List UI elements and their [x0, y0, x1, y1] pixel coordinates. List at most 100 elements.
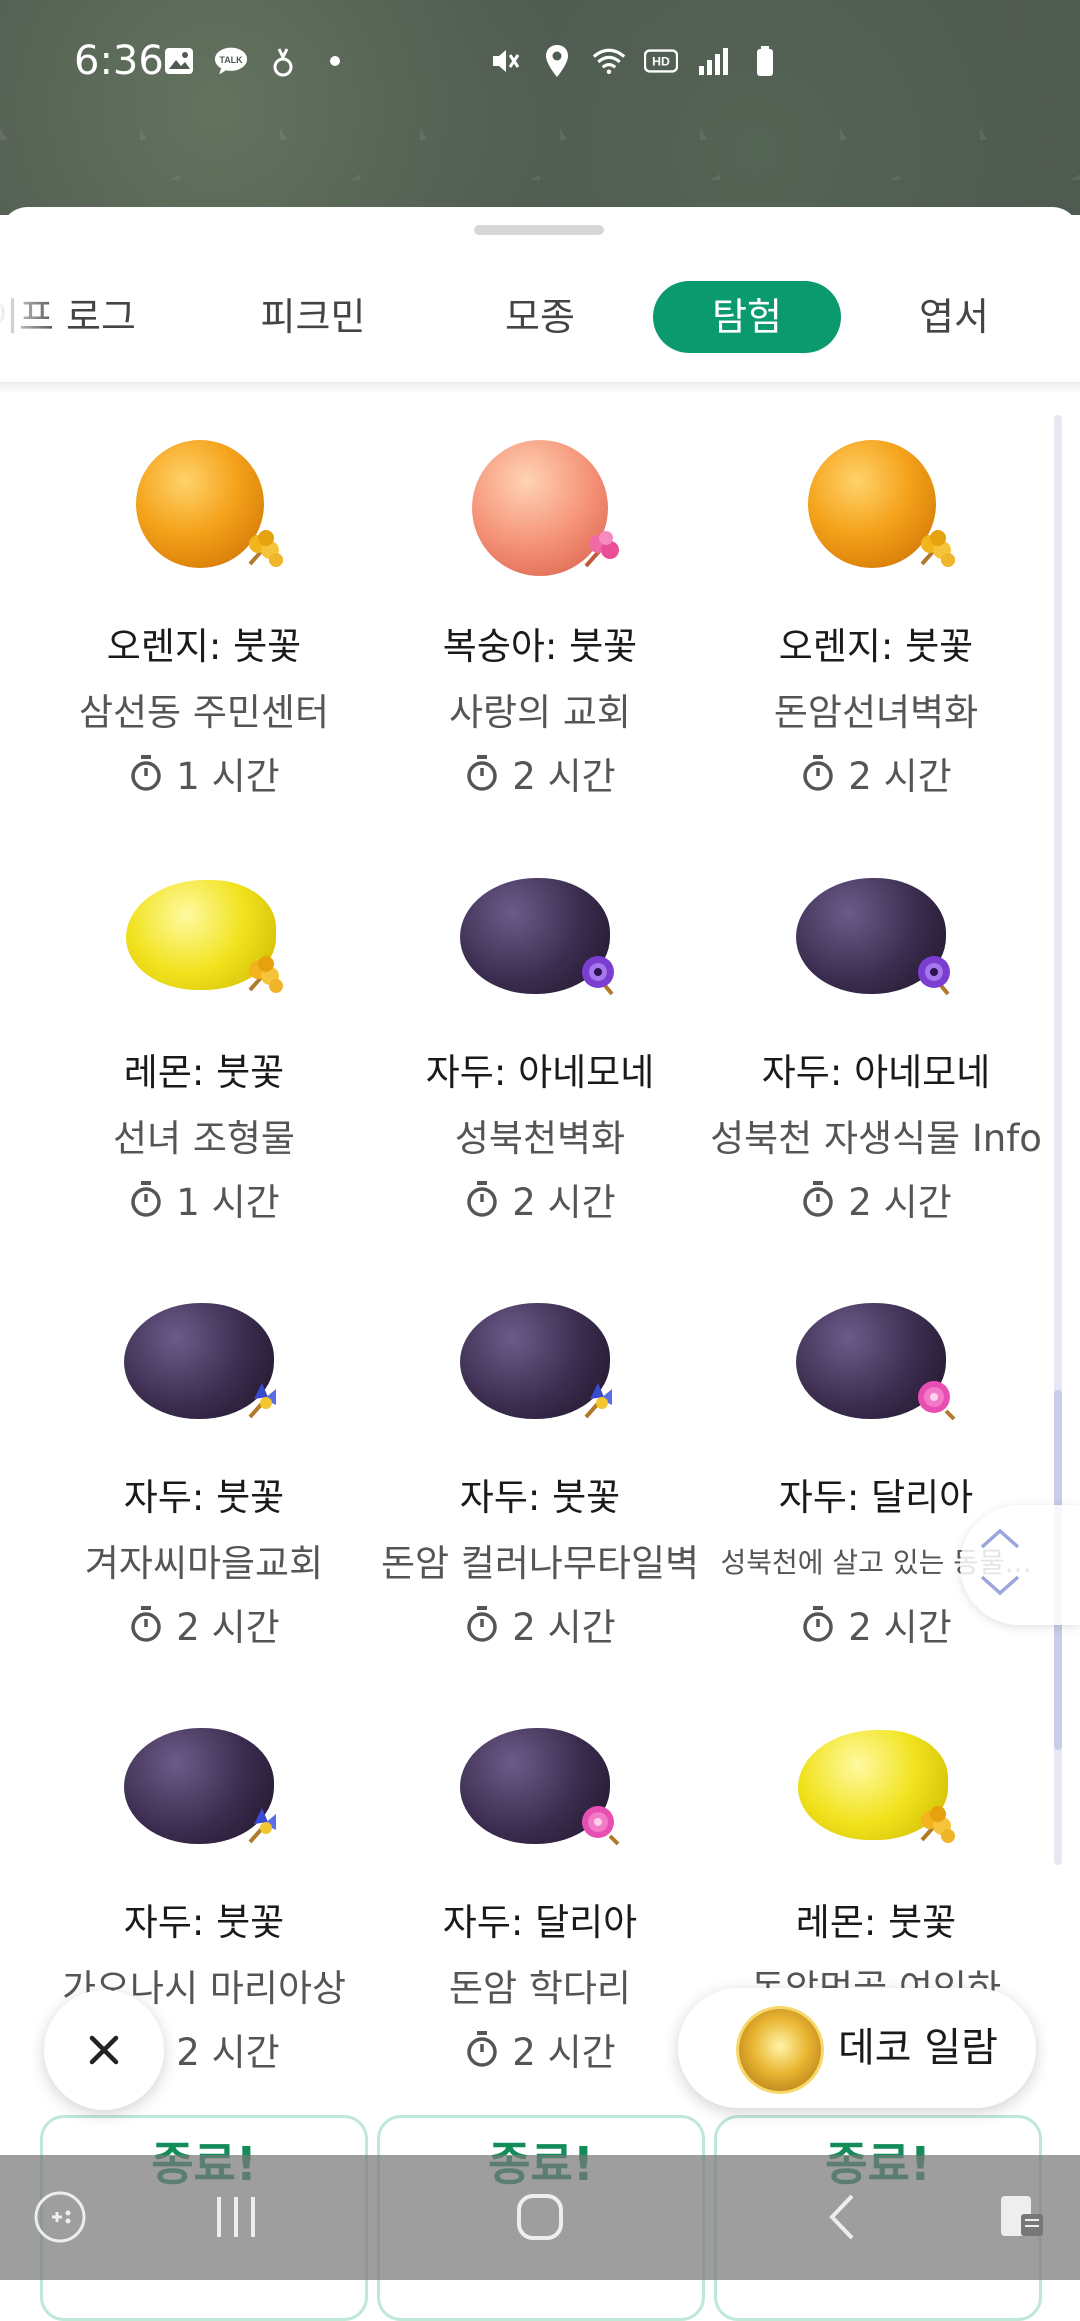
expedition-duration: 2 시간	[370, 1597, 710, 1651]
sheet-drag-handle[interactable]	[474, 225, 604, 235]
expedition-title: 자두: 붓꽃	[459, 1476, 621, 1519]
deco-list-button[interactable]: 데코 일람	[678, 1988, 1036, 2108]
expedition-card[interactable]: 자두: 붓꽃 겨자씨마을교회 2 시간	[34, 1291, 374, 1671]
tab-postcards[interactable]: 엽서	[884, 281, 1024, 353]
timer-icon	[803, 1606, 834, 1642]
hd-icon: HD	[644, 44, 678, 78]
tab-fade	[0, 267, 60, 387]
expedition-title: 오렌지: 붓꽃	[778, 625, 974, 668]
home-icon[interactable]	[508, 2185, 572, 2249]
fruit-illustration	[796, 866, 950, 1006]
timer-icon	[467, 1181, 498, 1217]
svg-text:TALK: TALK	[219, 55, 243, 65]
flower-icon	[236, 1796, 292, 1852]
timer-icon	[467, 2031, 498, 2067]
scroll-jump-button[interactable]	[960, 1505, 1080, 1625]
tab-divider	[0, 382, 1080, 394]
duration-text: 1 시간	[176, 755, 280, 798]
duration-text: 2 시간	[848, 1606, 952, 1649]
flower-icon	[572, 520, 628, 576]
gallery-icon	[162, 44, 196, 78]
flower-icon	[908, 1371, 964, 1427]
expedition-card[interactable]: 자두: 달리아 돈암 학다리 2 시간	[370, 1716, 710, 2096]
deco-list-label: 데코 일람	[838, 2025, 998, 2071]
expedition-place: 성북천벽화	[454, 1117, 626, 1160]
expedition-place: 사랑의 교회	[449, 691, 631, 734]
expedition-place: 겨자씨마을교회	[84, 1542, 324, 1585]
expedition-title: 레몬: 붓꽃	[123, 1051, 285, 1094]
expedition-place: 돈암선녀벽화	[773, 691, 979, 734]
expedition-duration: 2 시간	[706, 746, 1046, 800]
expedition-duration: 1 시간	[34, 746, 374, 800]
expedition-place: 성북천 자생식물 Info	[710, 1117, 1042, 1160]
rotate-lock-icon[interactable]	[990, 2185, 1054, 2249]
duration-text: 1 시간	[176, 1181, 280, 1224]
expedition-card[interactable]: 레몬: 붓꽃선녀 조형물 1 시간	[34, 866, 374, 1246]
talk-icon: TALK	[214, 44, 248, 78]
fruit-illustration	[460, 866, 614, 1006]
duration-text: 2 시간	[512, 1606, 616, 1649]
flower-icon	[908, 520, 964, 576]
flower-icon	[908, 1796, 964, 1852]
fruit-illustration	[472, 440, 619, 580]
flower-icon	[572, 946, 628, 1002]
expedition-duration: 2 시간	[34, 1597, 374, 1651]
signal-icon	[696, 44, 730, 78]
back-icon[interactable]	[810, 2185, 874, 2249]
expedition-title: 자두: 붓꽃	[123, 1901, 285, 1944]
timer-icon	[131, 1181, 162, 1217]
close-icon	[89, 2035, 119, 2065]
recent-apps-icon[interactable]	[204, 2185, 268, 2249]
expedition-card[interactable]: 자두: 붓꽃돈암 컬러나무타일벽 2 시간	[370, 1291, 710, 1671]
tab-seedlings[interactable]: 모종	[470, 281, 610, 353]
fruit-illustration	[124, 1716, 276, 1856]
location-icon	[540, 44, 574, 78]
timer-icon	[131, 755, 162, 791]
fruit-illustration	[808, 440, 955, 580]
duration-text: 2 시간	[176, 2031, 280, 2074]
tab-bar: 이프 로그 피크민 모종 탐험 엽서	[0, 267, 1080, 387]
expedition-title: 오렌지: 붓꽃	[106, 625, 302, 668]
flower-icon	[572, 1371, 628, 1427]
flower-icon	[236, 520, 292, 576]
timer-icon	[467, 1606, 498, 1642]
flower-icon	[236, 1371, 292, 1427]
timer-icon	[803, 755, 834, 791]
expedition-card[interactable]: 오렌지: 붓꽃돈암선녀벽화 2 시간	[706, 440, 1046, 820]
deco-badge-icon	[736, 2006, 824, 2094]
fruit-illustration	[124, 1291, 276, 1431]
tab-expedition[interactable]: 탐험	[653, 281, 841, 353]
duration-text: 2 시간	[512, 755, 616, 798]
expedition-title: 레몬: 붓꽃	[795, 1901, 957, 1944]
chevron-updown-icon	[980, 1528, 1020, 1596]
fruit-illustration	[126, 866, 283, 1006]
fruit-illustration	[136, 440, 283, 580]
expedition-duration: 2 시간	[370, 746, 710, 800]
expedition-place: 선녀 조형물	[113, 1117, 295, 1160]
expedition-place: 삼선동 주민센터	[78, 691, 330, 734]
duration-text: 2 시간	[848, 1181, 952, 1224]
expedition-card[interactable]: 오렌지: 붓꽃삼선동 주민센터 1 시간	[34, 440, 374, 820]
timer-icon	[131, 1606, 162, 1642]
mute-icon	[488, 44, 522, 78]
flower-icon	[236, 946, 292, 1002]
expedition-card[interactable]: 자두: 아네모네성북천 자생식물 Info 2 시간	[706, 866, 1046, 1246]
tab-pikmin[interactable]: 피크민	[238, 281, 388, 353]
flower-icon	[908, 946, 964, 1002]
expedition-title: 자두: 아네모네	[761, 1051, 991, 1094]
flower-icon	[572, 1796, 628, 1852]
expedition-duration: 2 시간	[370, 2022, 710, 2076]
dot-icon	[318, 44, 352, 78]
close-button[interactable]	[44, 1990, 164, 2110]
expedition-place: 돈암 컬러나무타일벽	[380, 1542, 700, 1585]
expedition-duration: 2 시간	[370, 1172, 710, 1226]
expedition-place: 돈암 학다리	[449, 1967, 631, 2010]
expedition-card[interactable]: 복숭아: 붓꽃 사랑의 교회 2 시간	[370, 440, 710, 820]
hand-icon	[266, 44, 300, 78]
expedition-card[interactable]: 자두: 아네모네 성북천벽화 2 시간	[370, 866, 710, 1246]
game-tools-icon[interactable]	[28, 2185, 92, 2249]
expedition-duration: 2 시간	[706, 1172, 1046, 1226]
fruit-illustration	[460, 1291, 612, 1431]
timer-icon	[467, 755, 498, 791]
status-bar: 6:36 TALK HD	[0, 0, 1080, 120]
